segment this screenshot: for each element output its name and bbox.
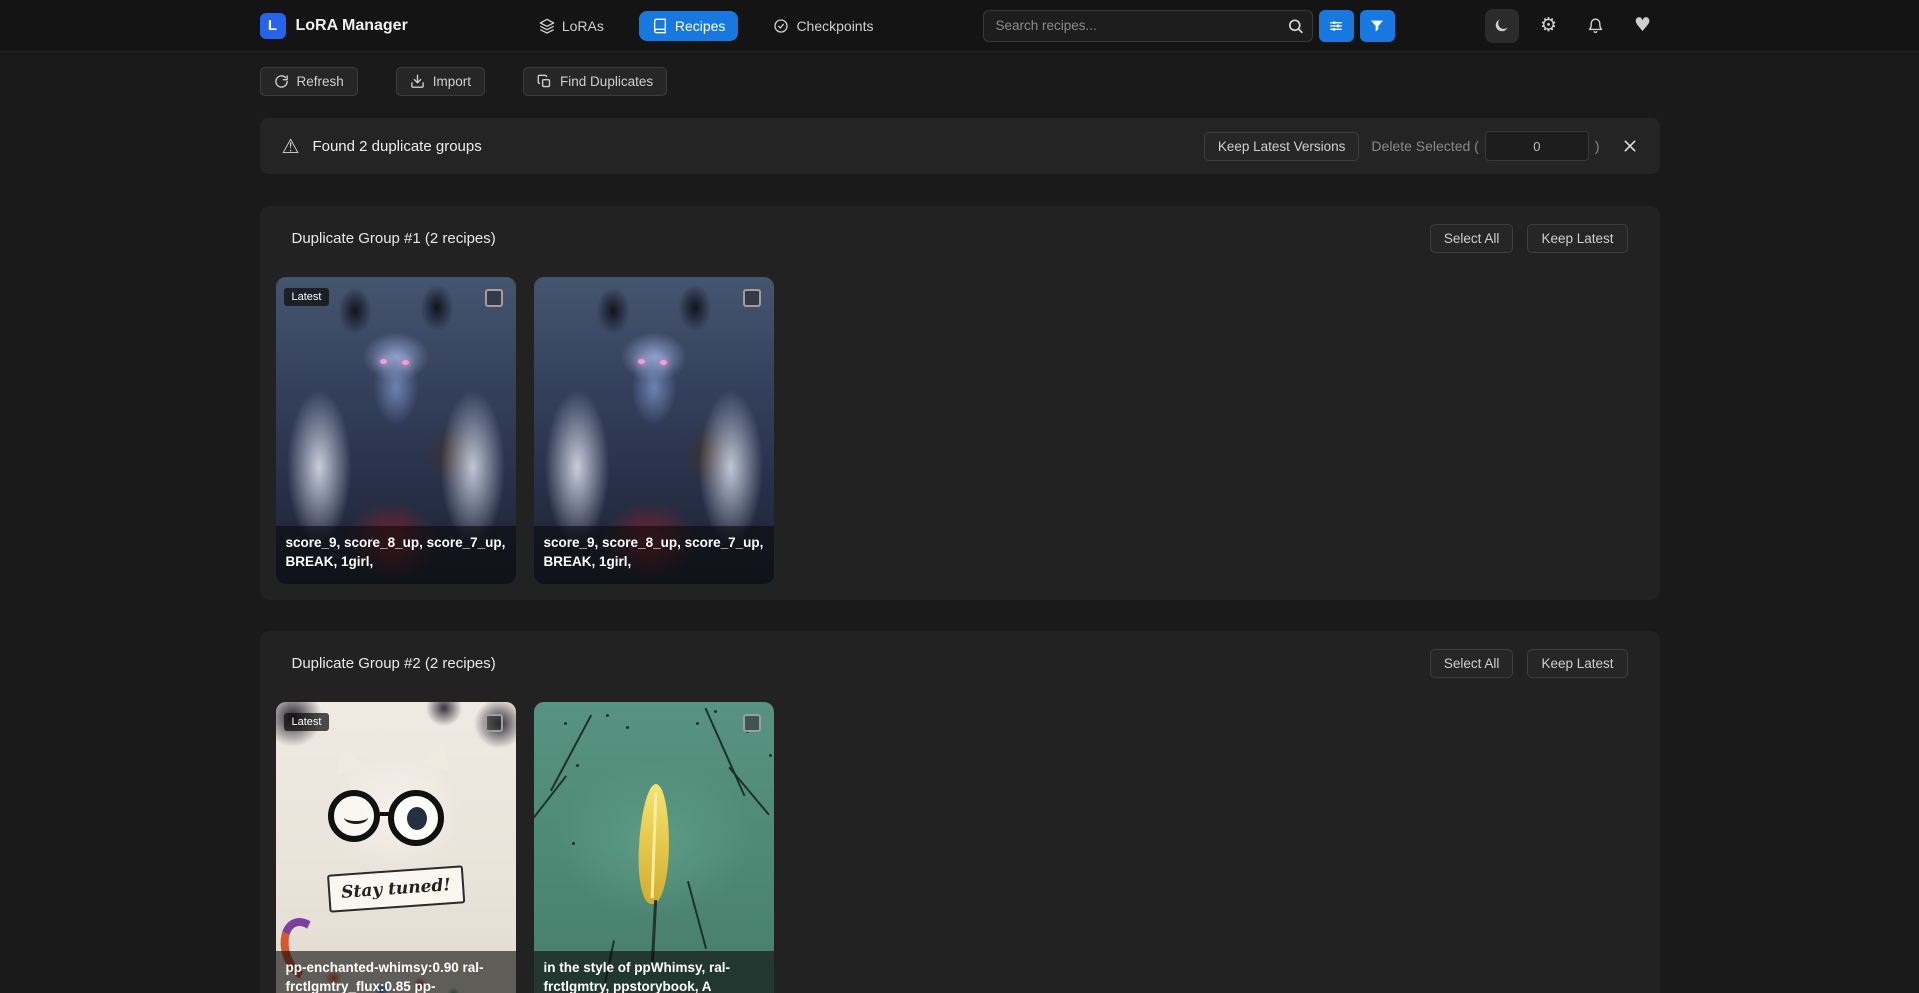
check-circle-icon xyxy=(773,18,789,34)
latest-badge: Latest xyxy=(284,288,330,306)
tab-checkpoints[interactable]: Checkpoints xyxy=(760,11,886,41)
page-content: Refresh Import Find Duplicates ⚠ Found 2… xyxy=(260,67,1660,993)
layers-icon xyxy=(539,18,555,34)
stay-tuned-sign: Stay tuned! xyxy=(326,865,464,912)
refresh-label: Refresh xyxy=(297,74,344,89)
thumbnail-glow-eyes xyxy=(638,359,645,364)
refresh-button[interactable]: Refresh xyxy=(260,67,358,96)
tab-label: Checkpoints xyxy=(796,18,873,34)
keep-latest-versions-label: Keep Latest Versions xyxy=(1218,139,1346,154)
recipe-select-checkbox[interactable] xyxy=(485,289,503,307)
favorites-button[interactable]: ♥ xyxy=(1626,9,1660,43)
recipe-caption: pp-enchanted-whimsy:0.90 ral-frctlgmtry_… xyxy=(276,951,516,993)
alert-message: Found 2 duplicate groups xyxy=(312,138,481,155)
close-icon xyxy=(1622,138,1638,154)
filter-button[interactable] xyxy=(1360,10,1395,42)
close-alert-button[interactable] xyxy=(1622,138,1638,154)
duplicate-group-card: Duplicate Group #1 (2 recipes) Select Al… xyxy=(260,206,1660,600)
duplicate-group-card: Duplicate Group #2 (2 recipes) Select Al… xyxy=(260,631,1660,993)
heart-icon: ♥ xyxy=(1634,16,1651,35)
recipe-card[interactable]: Latest score_9, score_8_up, score_7_up, … xyxy=(276,277,516,584)
delete-count-input[interactable] xyxy=(1485,131,1589,161)
recipe-thumbnail xyxy=(534,702,774,993)
nav-actions: ⚙ ♥ xyxy=(1485,9,1660,43)
keep-latest-button[interactable]: Keep Latest xyxy=(1527,649,1627,678)
feather-branch xyxy=(704,708,745,797)
refresh-icon xyxy=(274,74,289,89)
theme-toggle-button[interactable] xyxy=(1485,9,1519,43)
delete-selected-control: Delete Selected ( ) xyxy=(1371,131,1599,161)
recipe-card[interactable]: Stay tuned! Latest pp-enchanted-whimsy:0… xyxy=(276,702,516,993)
copy-icon xyxy=(537,74,552,89)
keep-latest-button[interactable]: Keep Latest xyxy=(1527,224,1627,253)
recipe-caption: in the style of ppWhimsy, ral-frctlgmtry… xyxy=(534,951,774,993)
select-all-label: Select All xyxy=(1444,656,1500,671)
import-icon xyxy=(410,74,425,89)
sliders-icon xyxy=(1328,18,1344,34)
recipe-select-checkbox[interactable] xyxy=(743,289,761,307)
select-all-label: Select All xyxy=(1444,231,1500,246)
group-title: Duplicate Group #1 (2 recipes) xyxy=(292,230,496,247)
cat-ear xyxy=(328,742,364,775)
find-duplicates-label: Find Duplicates xyxy=(560,74,653,89)
gear-icon: ⚙ xyxy=(1540,16,1557,35)
cat-glasses xyxy=(388,790,444,846)
settings-button[interactable]: ⚙ xyxy=(1532,9,1566,43)
recipe-card[interactable]: in the style of ppWhimsy, ral-frctlgmtry… xyxy=(534,702,774,993)
app-logo-letter: L xyxy=(268,17,277,34)
app-title: LoRA Manager xyxy=(296,17,408,35)
recipe-select-checkbox[interactable] xyxy=(743,714,761,732)
import-label: Import xyxy=(433,74,471,89)
navbar: L LoRA Manager LoRAs Recipes C xyxy=(0,0,1919,52)
feather-branch xyxy=(534,775,567,820)
cat-glasses xyxy=(328,790,380,842)
cat-wink-eye xyxy=(344,811,368,824)
warning-icon: ⚠ xyxy=(282,134,300,159)
find-duplicates-button[interactable]: Find Duplicates xyxy=(523,67,667,96)
select-all-button[interactable]: Select All xyxy=(1430,649,1514,678)
book-icon xyxy=(652,18,668,34)
feather-branch xyxy=(728,767,769,816)
app-logo: L xyxy=(260,13,286,39)
recipe-caption: score_9, score_8_up, score_7_up, BREAK, … xyxy=(534,526,774,584)
bell-icon xyxy=(1587,17,1604,34)
select-all-button[interactable]: Select All xyxy=(1430,224,1514,253)
tab-loras[interactable]: LoRAs xyxy=(526,11,617,41)
toolbar: Refresh Import Find Duplicates xyxy=(260,67,1660,96)
keep-latest-label: Keep Latest xyxy=(1541,231,1613,246)
recipe-thumbnail: Stay tuned! xyxy=(276,702,516,993)
group-title: Duplicate Group #2 (2 recipes) xyxy=(292,655,496,672)
keep-latest-label: Keep Latest xyxy=(1541,656,1613,671)
recipe-card[interactable]: score_9, score_8_up, score_7_up, BREAK, … xyxy=(534,277,774,584)
delete-selected-suffix: ) xyxy=(1595,138,1600,154)
feather-branch xyxy=(549,715,591,792)
cat-eye xyxy=(407,807,427,830)
cat-ear xyxy=(420,738,456,771)
latest-badge: Latest xyxy=(284,713,330,731)
feather-specks xyxy=(564,722,567,725)
recipe-caption: score_9, score_8_up, score_7_up, BREAK, … xyxy=(276,526,516,584)
moon-icon xyxy=(1493,17,1510,34)
tab-recipes[interactable]: Recipes xyxy=(639,11,739,41)
feather-branch xyxy=(686,881,706,949)
sliders-button[interactable] xyxy=(1319,10,1354,42)
brand[interactable]: L LoRA Manager xyxy=(260,13,408,39)
search-icon[interactable] xyxy=(1287,17,1304,34)
nav-tabs: LoRAs Recipes Checkpoints xyxy=(526,11,887,41)
thumbnail-glow-eyes xyxy=(380,359,387,364)
recipe-select-checkbox[interactable] xyxy=(485,714,503,732)
import-button[interactable]: Import xyxy=(396,67,485,96)
tab-label: Recipes xyxy=(675,18,726,34)
duplicate-alert: ⚠ Found 2 duplicate groups Keep Latest V… xyxy=(260,118,1660,174)
notifications-button[interactable] xyxy=(1579,9,1613,43)
keep-latest-versions-button[interactable]: Keep Latest Versions xyxy=(1204,132,1360,161)
search-input[interactable] xyxy=(983,10,1313,42)
search-area xyxy=(983,10,1395,42)
funnel-icon xyxy=(1369,18,1385,34)
tab-label: LoRAs xyxy=(562,18,604,34)
delete-selected-label: Delete Selected ( xyxy=(1371,138,1478,154)
